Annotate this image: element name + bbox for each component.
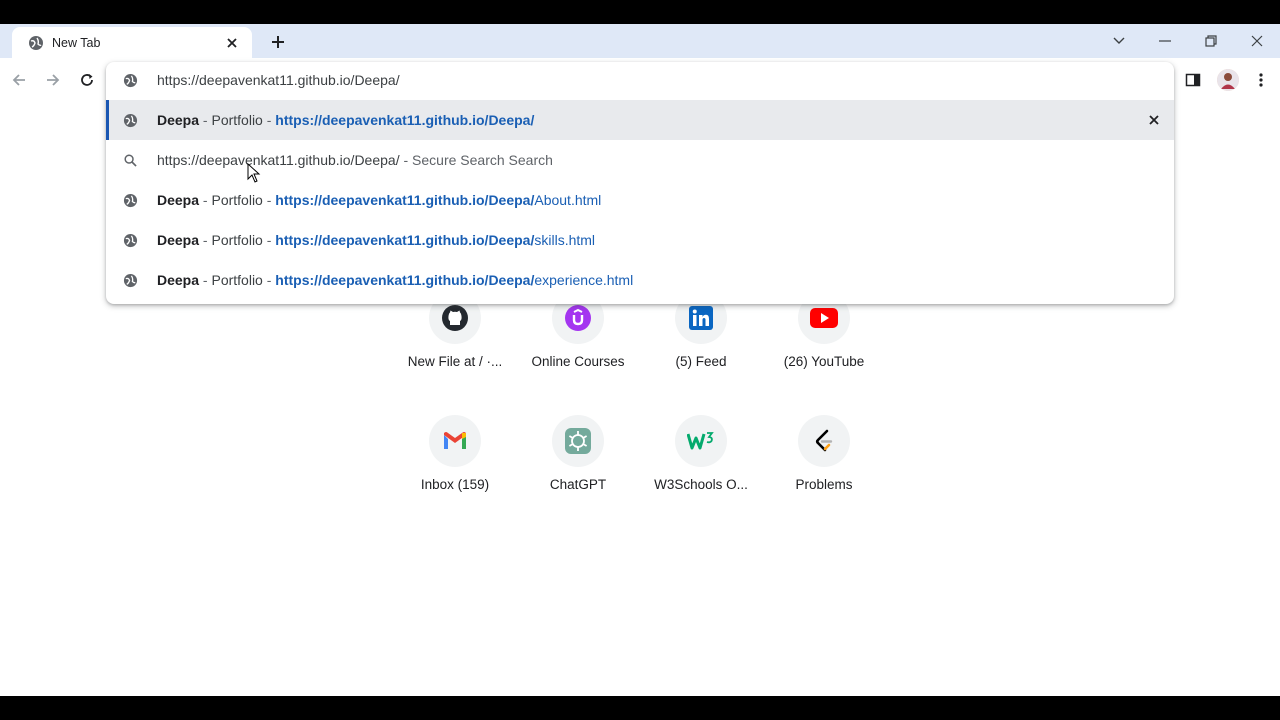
shortcut-label: (5) Feed — [675, 354, 727, 369]
suggestion-row[interactable]: Deepa - Portfolio - https://deepavenkat1… — [106, 220, 1174, 260]
separator: - — [199, 232, 212, 248]
separator: - — [262, 272, 276, 288]
browser-window: New Tab New File at / ·... Online Course… — [0, 24, 1280, 696]
chevron-down-icon[interactable] — [1107, 29, 1131, 53]
letterbox-top — [0, 0, 1280, 24]
mouse-cursor-icon — [247, 163, 261, 183]
letterbox-bottom — [0, 696, 1280, 720]
suggestion-text: Deepa - Portfolio - https://deepavenkat1… — [157, 192, 601, 208]
omnibox-dropdown: https://deepavenkat11.github.io/Deepa/ D… — [106, 62, 1174, 304]
search-suggestion-row[interactable]: https://deepavenkat11.github.io/Deepa/ -… — [106, 140, 1174, 180]
suggestion-row[interactable]: Deepa - Portfolio - https://deepavenkat1… — [106, 260, 1174, 300]
close-icon[interactable] — [224, 35, 240, 51]
suggestion-text: https://deepavenkat11.github.io/Deepa/ -… — [157, 152, 553, 168]
separator: - — [262, 192, 276, 208]
separator: - — [262, 112, 276, 128]
search-query: https://deepavenkat11.github.io/Deepa/ — [157, 152, 400, 168]
globe-icon — [122, 232, 138, 248]
tab-strip: New Tab — [0, 24, 1280, 58]
w3schools-icon — [675, 415, 727, 467]
suggestion-text: Deepa - Portfolio - https://deepavenkat1… — [157, 112, 534, 128]
restore-icon[interactable] — [1199, 29, 1223, 53]
shortcut-label: New File at / ·... — [407, 354, 503, 369]
separator: - — [199, 192, 212, 208]
suggestion-subtitle: Portfolio — [211, 232, 263, 248]
separator: - — [399, 152, 413, 168]
remove-suggestion-icon[interactable] — [1146, 112, 1162, 128]
leetcode-icon — [798, 415, 850, 467]
suggestion-title: Deepa — [157, 272, 200, 288]
avatar[interactable] — [1217, 69, 1239, 91]
separator: - — [199, 112, 212, 128]
suggestion-title: Deepa — [157, 192, 200, 208]
shortcut-label: Online Courses — [531, 354, 625, 369]
suggestion-row[interactable]: Deepa - Portfolio - https://deepavenkat1… — [106, 100, 1174, 140]
globe-icon — [122, 72, 138, 88]
shortcut-chatgpt[interactable]: ChatGPT — [522, 415, 634, 525]
suggestion-url: https://deepavenkat11.github.io/Deepa/ — [275, 232, 535, 248]
shortcut-label: ChatGPT — [549, 477, 607, 492]
shortcut-youtube[interactable]: (26) YouTube — [768, 292, 880, 402]
shortcut-label: W3Schools O... — [654, 477, 748, 492]
globe-icon — [122, 112, 138, 128]
window-close-icon[interactable] — [1245, 29, 1269, 53]
shortcut-label: (26) YouTube — [783, 354, 865, 369]
suggestion-subtitle: Portfolio — [211, 272, 263, 288]
globe-icon — [122, 272, 138, 288]
suggestion-url: https://deepavenkat11.github.io/Deepa/ — [275, 272, 535, 288]
gmail-icon — [429, 415, 481, 467]
shortcut-gmail[interactable]: Inbox (159) — [399, 415, 511, 525]
suggestion-url: https://deepavenkat11.github.io/Deepa/ — [275, 112, 535, 128]
shortcut-w3schools[interactable]: W3Schools O... — [645, 415, 757, 525]
shortcut-label: Problems — [795, 477, 853, 492]
shortcut-label: Inbox (159) — [420, 477, 490, 492]
suggestion-row[interactable]: Deepa - Portfolio - https://deepavenkat1… — [106, 180, 1174, 220]
shortcut-linkedin[interactable]: (5) Feed — [645, 292, 757, 402]
reload-icon[interactable] — [76, 69, 98, 91]
shortcut-udemy[interactable]: Online Courses — [522, 292, 634, 402]
separator: - — [262, 232, 276, 248]
separator: - — [199, 272, 212, 288]
back-arrow-icon[interactable] — [8, 69, 30, 91]
suggestion-url-path: experience.html — [534, 272, 634, 288]
suggestion-subtitle: Portfolio — [211, 192, 263, 208]
address-input[interactable]: https://deepavenkat11.github.io/Deepa/ — [157, 72, 400, 88]
suggestion-url: https://deepavenkat11.github.io/Deepa/ — [275, 192, 535, 208]
side-panel-icon[interactable] — [1182, 69, 1204, 91]
address-bar[interactable]: https://deepavenkat11.github.io/Deepa/ — [106, 62, 1174, 98]
tab-title: New Tab — [52, 35, 101, 50]
new-tab-button[interactable] — [266, 30, 290, 54]
globe-icon — [28, 35, 44, 51]
search-engine: Secure Search Search — [412, 152, 553, 168]
tab-new-tab[interactable]: New Tab — [12, 27, 252, 58]
suggestion-text: Deepa - Portfolio - https://deepavenkat1… — [157, 272, 633, 288]
suggestion-subtitle: Portfolio — [211, 112, 263, 128]
forward-arrow-icon[interactable] — [42, 69, 64, 91]
more-menu-icon[interactable] — [1250, 69, 1272, 91]
suggestion-url-path: About.html — [534, 192, 602, 208]
minimize-icon[interactable] — [1153, 29, 1177, 53]
suggestion-url-path: skills.html — [534, 232, 596, 248]
globe-icon — [122, 192, 138, 208]
suggestion-title: Deepa — [157, 112, 200, 128]
suggestion-title: Deepa — [157, 232, 200, 248]
suggestion-text: Deepa - Portfolio - https://deepavenkat1… — [157, 232, 595, 248]
shortcut-github[interactable]: New File at / ·... — [399, 292, 511, 402]
shortcut-leetcode[interactable]: Problems — [768, 415, 880, 525]
chatgpt-icon — [552, 415, 604, 467]
search-icon — [122, 152, 138, 168]
